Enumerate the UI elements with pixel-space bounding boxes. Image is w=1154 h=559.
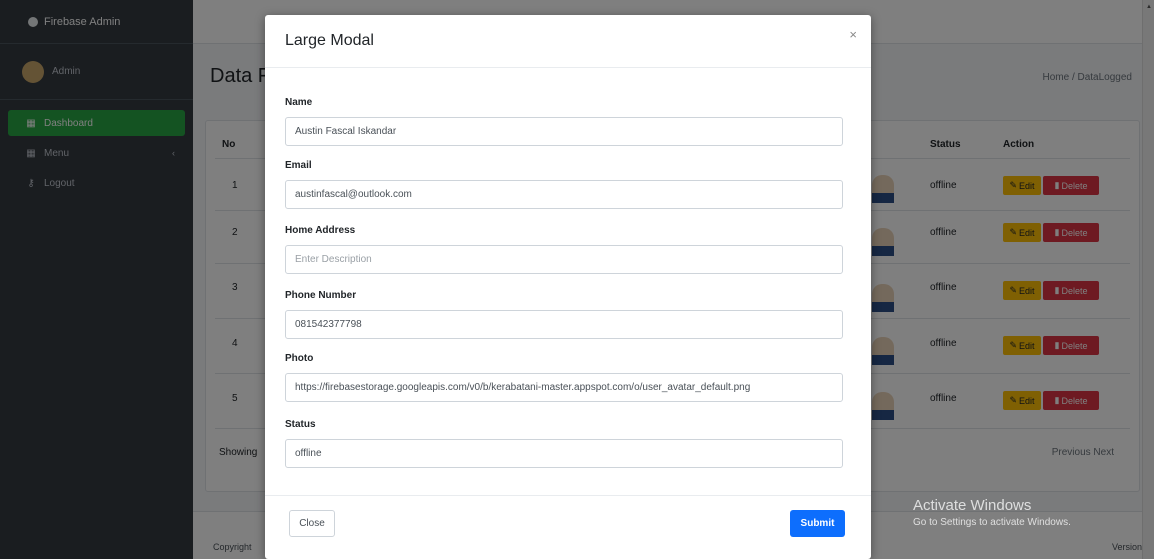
status-label: Status bbox=[285, 419, 316, 430]
name-label: Name bbox=[285, 97, 313, 108]
address-input[interactable] bbox=[285, 245, 843, 274]
modal-title: Large Modal bbox=[285, 32, 374, 49]
email-input[interactable] bbox=[285, 180, 843, 209]
large-modal: Large Modal × Name Email Home Address Ph… bbox=[265, 15, 871, 559]
photo-label: Photo bbox=[285, 353, 314, 364]
close-button[interactable]: Close bbox=[289, 510, 335, 537]
phone-input[interactable] bbox=[285, 310, 843, 339]
watermark-subtitle: Go to Settings to activate Windows. bbox=[913, 517, 1071, 528]
address-group: Home Address bbox=[285, 225, 843, 274]
phone-group: Phone Number bbox=[285, 290, 843, 339]
close-icon[interactable]: × bbox=[849, 27, 857, 42]
modal-header: Large Modal × bbox=[265, 15, 871, 68]
email-label: Email bbox=[285, 160, 312, 171]
photo-input[interactable] bbox=[285, 373, 843, 402]
name-input[interactable] bbox=[285, 117, 843, 146]
name-group: Name bbox=[285, 97, 843, 146]
email-group: Email bbox=[285, 160, 843, 209]
address-label: Home Address bbox=[285, 225, 356, 236]
photo-group: Photo bbox=[285, 353, 843, 402]
status-group: Status bbox=[285, 419, 843, 468]
modal-footer: Close Submit bbox=[265, 495, 871, 559]
activate-windows-watermark: Activate Windows Go to Settings to activ… bbox=[913, 497, 1071, 528]
submit-button[interactable]: Submit bbox=[790, 510, 845, 537]
watermark-title: Activate Windows bbox=[913, 497, 1032, 514]
phone-label: Phone Number bbox=[285, 290, 357, 301]
status-input[interactable] bbox=[285, 439, 843, 468]
